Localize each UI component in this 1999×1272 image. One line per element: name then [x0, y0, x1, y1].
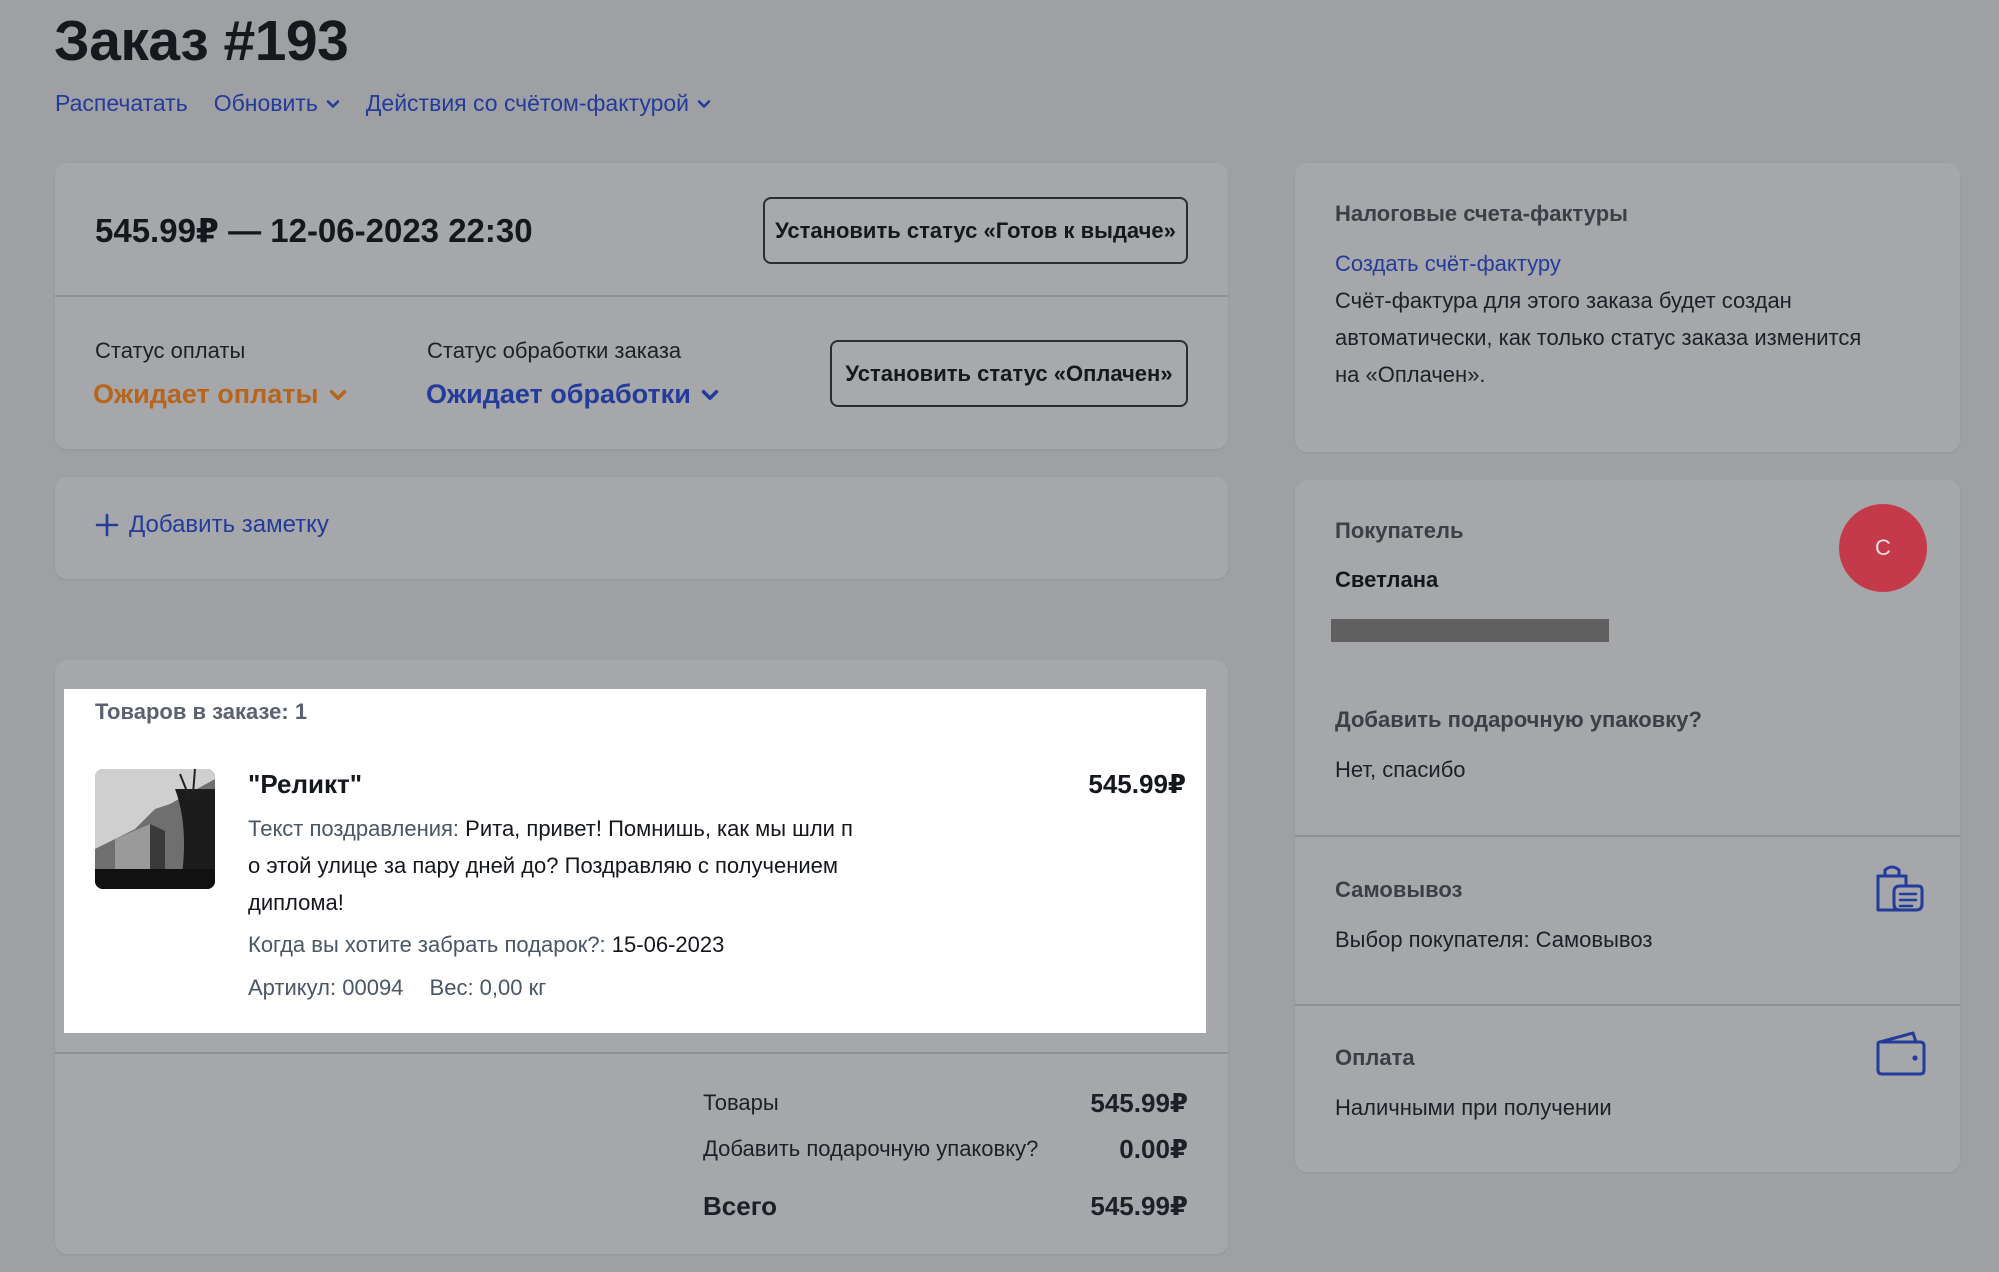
print-link[interactable]: Распечатать	[55, 90, 188, 117]
create-invoice-link[interactable]: Создать счёт-фактуру	[1335, 251, 1561, 277]
product-price: 545.99₽	[1088, 769, 1186, 799]
processing-status-dropdown[interactable]: Ожидает обработки	[426, 379, 719, 410]
customer-name: Светлана	[1335, 567, 1439, 592]
greeting-line-1: Текст поздравления: Рита, привет! Помниш…	[248, 816, 853, 842]
pickup-label: Когда вы хотите забрать подарок?:	[248, 932, 606, 957]
goods-total-label: Товары	[703, 1090, 779, 1115]
plus-icon	[95, 513, 119, 537]
chevron-down-icon	[701, 389, 719, 400]
pickup-date-row: Когда вы хотите забрать подарок?: 15-06-…	[248, 932, 724, 958]
greeting-text: Рита, привет! Помнишь, как мы шли п	[465, 816, 853, 841]
divider	[1295, 835, 1960, 837]
update-label: Обновить	[213, 90, 318, 116]
product-name[interactable]: "Реликт"	[248, 769, 362, 800]
print-label: Распечатать	[55, 90, 188, 116]
avatar[interactable]: С	[1839, 504, 1927, 592]
chevron-down-icon	[326, 99, 340, 108]
page-title: Заказ #193	[54, 9, 349, 73]
divider	[55, 295, 1228, 297]
product-weight: Вес: 0,00 кг	[429, 975, 547, 1000]
order-price-date: 545.99₽ — 12-06-2023 22:30	[95, 212, 533, 249]
divider	[1295, 1004, 1960, 1006]
gift-wrap-total-label: Добавить подарочную упаковку?	[703, 1136, 1039, 1161]
grand-total-value: 545.99₽	[1090, 1191, 1188, 1221]
greeting-label: Текст поздравления:	[248, 816, 460, 841]
shopping-bag-icon	[1876, 865, 1924, 912]
greeting-line-2: о этой улице за пару дней до? Поздравляю…	[248, 853, 838, 878]
tax-invoices-title: Налоговые счета-фактуры	[1335, 201, 1628, 226]
processing-status-value: Ожидает обработки	[426, 379, 691, 409]
update-dropdown[interactable]: Обновить	[214, 90, 340, 117]
payment-status-label: Статус оплаты	[95, 338, 246, 363]
payment-value: Наличными при получении	[1335, 1095, 1612, 1120]
add-note-label: Добавить заметку	[129, 511, 329, 538]
shipping-value: Выбор покупателя: Самовывоз	[1335, 927, 1653, 952]
grand-total-label: Всего	[703, 1191, 778, 1221]
tax-invoices-card: Налоговые счета-фактуры Создать счёт-фак…	[1295, 163, 1960, 452]
greeting-line-3: диплома!	[248, 890, 344, 915]
goods-total-value: 545.99₽	[1090, 1088, 1188, 1118]
set-ready-status-button[interactable]: Установить статус «Готов к выдаче»	[763, 197, 1188, 264]
set-paid-status-button[interactable]: Установить статус «Оплачен»	[830, 340, 1188, 407]
avatar-letter: С	[1875, 535, 1891, 560]
note-card: Добавить заметку	[55, 477, 1228, 579]
order-item-panel: Товаров в заказе: 1 "Реликт" 545.99₽ Тек…	[64, 689, 1206, 1033]
payment-title: Оплата	[1335, 1045, 1415, 1070]
order-summary-card: 545.99₽ — 12-06-2023 22:30 Установить ст…	[55, 163, 1228, 449]
add-note-button[interactable]: Добавить заметку	[95, 511, 329, 539]
invoice-actions-label: Действия со счётом-фактурой	[365, 90, 690, 116]
gift-wrap-question: Добавить подарочную упаковку?	[1335, 707, 1702, 732]
product-photo-icon	[95, 769, 215, 889]
product-sku: Артикул: 00094	[248, 975, 404, 1000]
divider	[55, 1052, 1228, 1054]
order-items-card: Товаров в заказе: 1 "Реликт" 545.99₽ Тек…	[55, 660, 1228, 1254]
gift-wrap-answer: Нет, спасибо	[1335, 757, 1466, 782]
payment-status-dropdown[interactable]: Ожидает оплаты	[93, 379, 347, 410]
invoice-info-line-2: автоматически, как только статус заказа …	[1335, 325, 1862, 350]
customer-title: Покупатель	[1335, 518, 1464, 543]
customer-card: Покупатель С Светлана Добавить подарочну…	[1295, 480, 1960, 1172]
chevron-down-icon	[697, 99, 711, 108]
payment-status-value: Ожидает оплаты	[93, 379, 319, 409]
redacted-contact	[1331, 619, 1609, 642]
invoice-info-line-3: на «Оплачен».	[1335, 362, 1486, 387]
items-count: Товаров в заказе: 1	[95, 699, 308, 724]
product-thumbnail[interactable]	[95, 769, 215, 889]
wallet-icon	[1876, 1031, 1926, 1076]
order-toolbar: Распечатать Обновить Действия со счётом-…	[55, 90, 711, 117]
product-meta-row: Артикул: 00094 Вес: 0,00 кг	[248, 975, 546, 1001]
gift-wrap-total-value: 0.00₽	[1119, 1134, 1188, 1164]
invoice-actions-dropdown[interactable]: Действия со счётом-фактурой	[366, 90, 711, 117]
processing-status-label: Статус обработки заказа	[427, 338, 682, 363]
invoice-info-line-1: Счёт-фактура для этого заказа будет созд…	[1335, 288, 1792, 313]
pickup-value: 15-06-2023	[611, 932, 725, 957]
shipping-title: Самовывоз	[1335, 877, 1463, 902]
chevron-down-icon	[329, 389, 346, 400]
